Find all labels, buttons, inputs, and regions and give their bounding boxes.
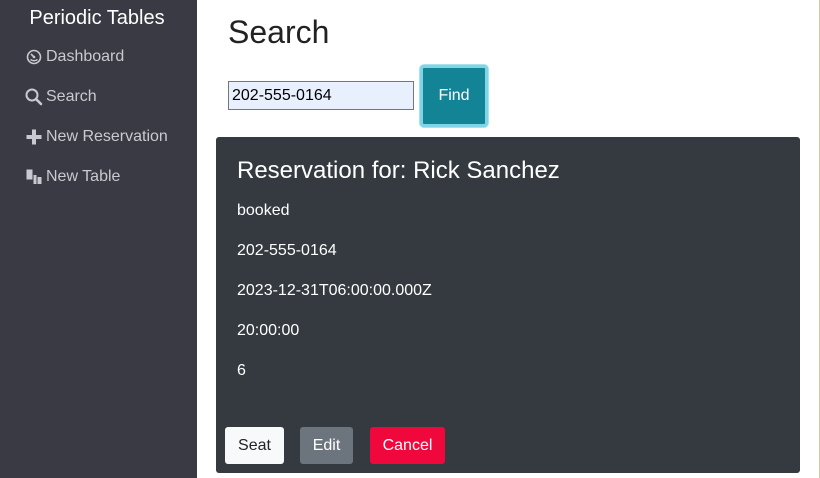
reservation-people: 6 [237, 362, 246, 379]
plus-icon [25, 128, 43, 146]
edit-button[interactable]: Edit [300, 427, 353, 464]
sidebar-item-label: New Table [46, 168, 121, 185]
sidebar-item-dashboard[interactable]: Dashboard [25, 46, 124, 68]
search-icon [25, 88, 43, 106]
seat-button[interactable]: Seat [225, 427, 284, 464]
brand-title[interactable]: Periodic Tables [0, 6, 194, 30]
sidebar-item-label: New Reservation [46, 128, 168, 145]
sidebar-item-label: Search [46, 88, 97, 105]
reservation-mobile-number: 202-555-0164 [237, 242, 337, 259]
mobile-number-search-input[interactable] [228, 81, 414, 110]
sidebar-item-new-table[interactable]: New Table [25, 166, 120, 188]
sidebar-item-label: Dashboard [46, 48, 125, 65]
reservation-status: booked [237, 202, 290, 219]
main-content: Search Find Reservation for: Rick Sanche… [197, 0, 819, 478]
reservation-date: 2023-12-31T06:00:00.000Z [237, 282, 432, 299]
dashboard-icon [25, 48, 43, 66]
reservation-title: Reservation for: Rick Sanchez [237, 157, 560, 184]
reservation-card: Reservation for: Rick Sanchez booked 202… [216, 137, 800, 473]
sidebar-item-new-reservation[interactable]: New Reservation [25, 126, 168, 148]
sidebar-item-search[interactable]: Search [25, 86, 97, 108]
table-icon [25, 168, 43, 186]
reservation-time: 20:00:00 [237, 322, 300, 339]
cancel-button[interactable]: Cancel [370, 427, 445, 464]
sidebar: Periodic Tables Dashboard Search New Res… [0, 0, 197, 478]
page-title: Search [228, 14, 330, 50]
find-button[interactable]: Find [420, 65, 488, 127]
